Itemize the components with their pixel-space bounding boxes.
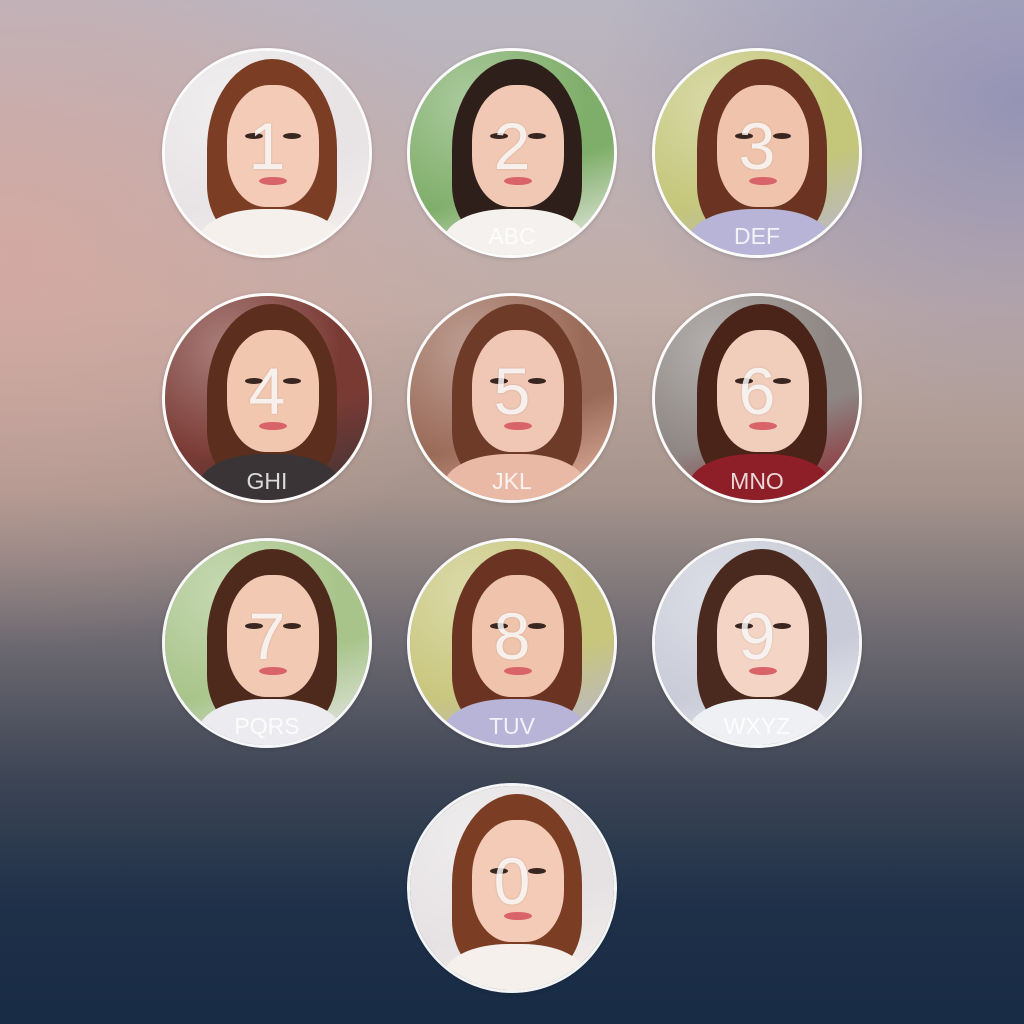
key-8-letters: TUV	[489, 713, 535, 739]
key-6-letters: MNO	[730, 468, 784, 494]
key-4[interactable]: 4 GHI	[162, 293, 372, 503]
key-9-digit: 9	[738, 599, 776, 673]
key-2-digit: 2	[493, 109, 531, 183]
key-3-digit: 3	[738, 109, 776, 183]
key-0-digit: 0	[493, 844, 531, 918]
key-5[interactable]: 5 JKL	[407, 293, 617, 503]
key-6-digit: 6	[738, 354, 776, 428]
passcode-keypad: 1 2 ABC 3 DEF 4 GHI 5 JKL 6 MNO 7 PQRS 8…	[0, 0, 1024, 1024]
portrait-clothing	[444, 944, 586, 990]
key-7[interactable]: 7 PQRS	[162, 538, 372, 748]
key-1[interactable]: 1	[162, 48, 372, 258]
portrait-clothing	[199, 209, 341, 255]
key-3[interactable]: 3 DEF	[652, 48, 862, 258]
key-7-digit: 7	[248, 599, 286, 673]
key-8[interactable]: 8 TUV	[407, 538, 617, 748]
key-6[interactable]: 6 MNO	[652, 293, 862, 503]
key-8-digit: 8	[493, 599, 531, 673]
key-4-digit: 4	[248, 354, 286, 428]
key-2[interactable]: 2 ABC	[407, 48, 617, 258]
key-5-letters: JKL	[492, 468, 532, 494]
key-9[interactable]: 9 WXYZ	[652, 538, 862, 748]
key-5-digit: 5	[493, 354, 531, 428]
key-4-letters: GHI	[246, 468, 288, 494]
key-0[interactable]: 0	[407, 783, 617, 993]
key-2-letters: ABC	[488, 223, 536, 249]
key-7-letters: PQRS	[234, 713, 300, 739]
key-1-digit: 1	[248, 109, 286, 183]
key-9-letters: WXYZ	[723, 713, 791, 739]
key-3-letters: DEF	[734, 223, 780, 249]
